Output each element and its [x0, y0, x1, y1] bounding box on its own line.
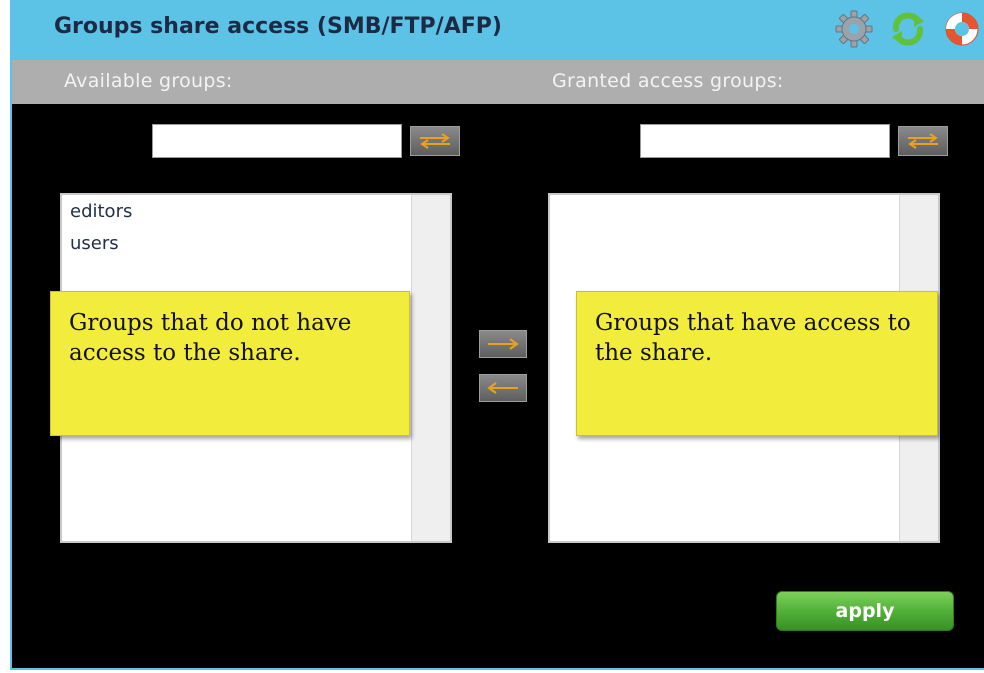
swap-arrows-icon	[908, 133, 938, 149]
revoke-access-button[interactable]	[479, 374, 527, 402]
available-groups-header: Available groups:	[64, 70, 233, 92]
panel-title: Groups share access (SMB/FTP/AFP)	[54, 14, 502, 39]
share-access-panel: Groups share access (SMB/FTP/AFP) Availa…	[10, 0, 984, 670]
apply-button[interactable]: apply	[776, 591, 954, 631]
granted-groups-header: Granted access groups:	[552, 70, 784, 92]
help-lifebuoy-icon[interactable]	[942, 9, 982, 49]
arrow-right-icon	[488, 338, 519, 350]
swap-arrows-icon	[420, 133, 450, 149]
list-item[interactable]: editors	[70, 201, 132, 222]
available-filter-input[interactable]	[152, 124, 402, 158]
grant-access-button[interactable]	[479, 330, 527, 358]
list-item[interactable]: users	[70, 233, 119, 254]
available-filter-button[interactable]	[410, 126, 460, 156]
granted-filter-input[interactable]	[640, 124, 890, 158]
available-list-scrollbar[interactable]	[411, 195, 450, 541]
arrow-left-icon	[487, 382, 518, 394]
column-headers: Available groups: Granted access groups:	[12, 60, 984, 104]
granted-filter-button[interactable]	[898, 126, 948, 156]
refresh-icon[interactable]	[888, 9, 928, 49]
gear-icon[interactable]	[834, 9, 874, 49]
available-groups-callout: Groups that do not have access to the sh…	[50, 291, 410, 436]
title-bar: Groups share access (SMB/FTP/AFP)	[12, 0, 984, 60]
granted-groups-callout: Groups that have access to the share.	[576, 291, 938, 436]
